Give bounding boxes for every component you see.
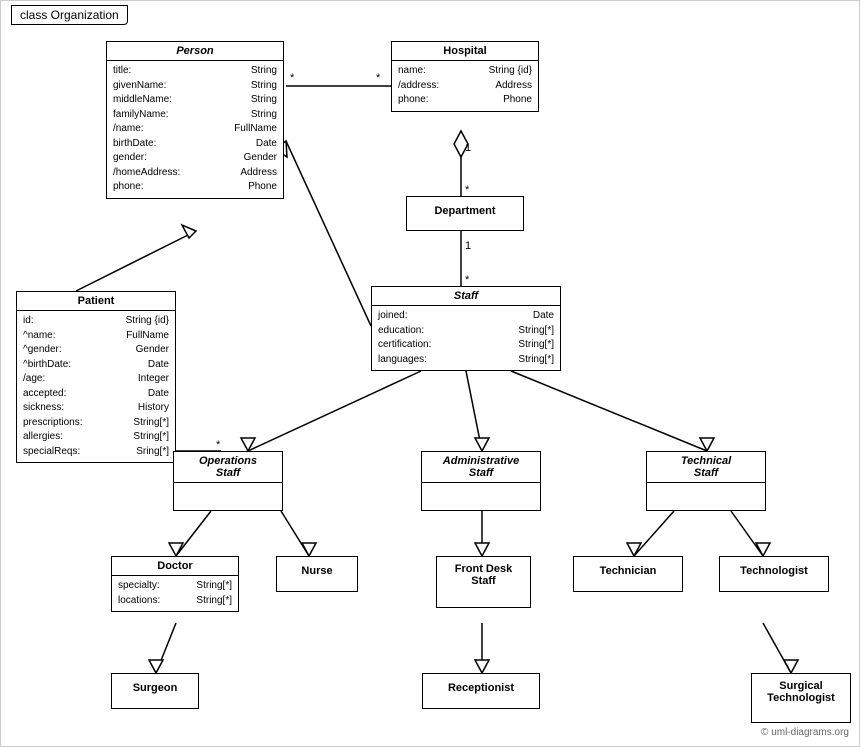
class-department-title: Department [407, 197, 523, 225]
class-staff-attrs: joined:Date education:String[*] certific… [372, 306, 560, 370]
class-person: Person title:String givenName:String mid… [106, 41, 284, 199]
class-staff: Staff joined:Date education:String[*] ce… [371, 286, 561, 371]
class-doctor-title: Doctor [112, 557, 238, 576]
class-front-desk-staff-title: Front Desk Staff [437, 557, 530, 593]
class-doctor-attrs: specialty:String[*] locations:String[*] [112, 576, 238, 611]
class-administrative-staff-title: Administrative Staff [422, 452, 540, 483]
copyright: © uml-diagrams.org [761, 727, 849, 738]
svg-text:*: * [376, 72, 381, 84]
class-surgeon-title: Surgeon [112, 674, 198, 702]
diagram-container: class Organization * * 1 * 1 * * * [0, 0, 860, 747]
class-technical-staff: Technical Staff [646, 451, 766, 511]
class-operations-staff-title: Operations Staff [174, 452, 282, 483]
class-technologist: Technologist [719, 556, 829, 592]
svg-text:*: * [216, 439, 221, 451]
class-receptionist-title: Receptionist [423, 674, 539, 702]
class-person-attrs: title:String givenName:String middleName… [107, 61, 283, 198]
class-nurse: Nurse [276, 556, 358, 592]
class-surgeon: Surgeon [111, 673, 199, 709]
class-technologist-title: Technologist [720, 557, 828, 585]
class-technical-staff-title: Technical Staff [647, 452, 765, 483]
class-operations-staff: Operations Staff [173, 451, 283, 511]
diagram-title: class Organization [11, 5, 128, 25]
class-technician: Technician [573, 556, 683, 592]
class-patient: Patient id:String {id} ^name:FullName ^g… [16, 291, 176, 463]
class-administrative-staff: Administrative Staff [421, 451, 541, 511]
class-patient-title: Patient [17, 292, 175, 311]
class-surgical-technologist-title: Surgical Technologist [752, 674, 850, 710]
class-person-title: Person [107, 42, 283, 61]
class-department: Department [406, 196, 524, 231]
svg-text:*: * [290, 72, 295, 84]
class-hospital-title: Hospital [392, 42, 538, 61]
class-doctor: Doctor specialty:String[*] locations:Str… [111, 556, 239, 612]
class-technician-title: Technician [574, 557, 682, 585]
class-hospital: Hospital name:String {id} /address:Addre… [391, 41, 539, 112]
class-staff-title: Staff [372, 287, 560, 306]
class-front-desk-staff: Front Desk Staff [436, 556, 531, 608]
svg-text:*: * [465, 184, 470, 196]
class-nurse-title: Nurse [277, 557, 357, 585]
class-surgical-technologist: Surgical Technologist [751, 673, 851, 723]
svg-text:1: 1 [465, 142, 471, 154]
class-receptionist: Receptionist [422, 673, 540, 709]
class-hospital-attrs: name:String {id} /address:Address phone:… [392, 61, 538, 111]
svg-text:1: 1 [465, 240, 471, 252]
class-patient-attrs: id:String {id} ^name:FullName ^gender:Ge… [17, 311, 175, 462]
svg-text:*: * [465, 274, 470, 286]
